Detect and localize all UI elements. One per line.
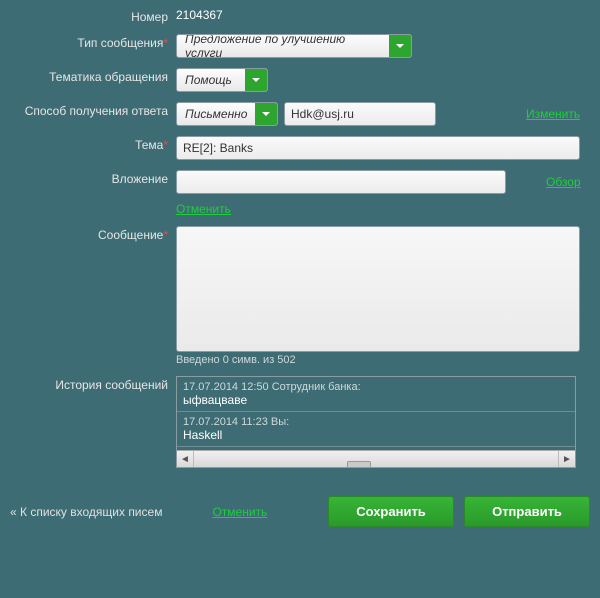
topic-select[interactable]: Помощь	[176, 68, 268, 92]
save-button[interactable]: Сохранить	[328, 496, 454, 527]
label-reply-method: Способ получения ответа	[4, 102, 176, 118]
history-scrollbar[interactable]: ◄ ►	[177, 450, 575, 467]
cancel-button-link[interactable]: Отменить	[212, 505, 267, 519]
label-attachment: Вложение	[4, 170, 176, 186]
value-number: 2104367	[176, 8, 223, 22]
reply-method-select[interactable]: Письменно	[176, 102, 278, 126]
row-history: История сообщений 17.07.2014 12:50 Сотру…	[4, 376, 596, 468]
message-textarea[interactable]	[176, 226, 580, 352]
message-type-select[interactable]: Предложение по улучшению услуги	[176, 34, 412, 58]
label-number: Номер	[4, 8, 176, 24]
scroll-right-icon[interactable]: ►	[558, 451, 575, 467]
back-to-inbox-link[interactable]: « К списку входящих писем	[10, 505, 162, 519]
history-item: 17.07.2014 11:23 Вы: Haskell	[177, 412, 575, 447]
message-form: Номер 2104367 Тип сообщения* Предложение…	[0, 0, 600, 535]
label-subject: Тема*	[4, 136, 176, 152]
row-attachment: Вложение Обзор Отменить	[4, 170, 596, 216]
row-reply-method: Способ получения ответа Письменно Измени…	[4, 102, 596, 126]
subject-field[interactable]	[176, 136, 580, 160]
row-message: Сообщение* Введено 0 симв. из 502	[4, 226, 596, 366]
cancel-attachment-link[interactable]: Отменить	[176, 202, 231, 216]
history-panel: 17.07.2014 12:50 Сотрудник банка: ыфвацв…	[176, 376, 576, 468]
label-message: Сообщение*	[4, 226, 176, 242]
attachment-field[interactable]	[176, 170, 506, 194]
history-item-body: ыфвацваве	[183, 393, 569, 407]
label-history: История сообщений	[4, 376, 176, 392]
topic-selected: Помощь	[177, 73, 245, 87]
row-message-type: Тип сообщения* Предложение по улучшению …	[4, 34, 596, 58]
change-link[interactable]: Изменить	[526, 107, 580, 121]
label-message-type: Тип сообщения*	[4, 34, 176, 50]
scroll-left-icon[interactable]: ◄	[177, 451, 194, 467]
history-item-body: Haskell	[183, 428, 569, 442]
scroll-thumb[interactable]	[347, 461, 371, 468]
chevron-down-icon	[389, 35, 411, 57]
char-counter: Введено 0 симв. из 502	[176, 354, 296, 366]
message-type-selected: Предложение по улучшению услуги	[177, 34, 389, 58]
row-topic: Тематика обращения Помощь	[4, 68, 596, 92]
browse-link[interactable]: Обзор	[546, 175, 581, 189]
footer: « К списку входящих писем Отменить Сохра…	[4, 478, 596, 527]
history-item-header: 17.07.2014 12:50 Сотрудник банка:	[183, 381, 569, 393]
label-topic: Тематика обращения	[4, 68, 176, 84]
row-subject: Тема*	[4, 136, 596, 160]
row-number: Номер 2104367	[4, 8, 596, 24]
reply-method-selected: Письменно	[177, 107, 255, 121]
email-field[interactable]	[284, 102, 436, 126]
history-item-header: 17.07.2014 11:23 Вы:	[183, 416, 569, 428]
chevron-down-icon	[245, 69, 267, 91]
send-button[interactable]: Отправить	[464, 496, 590, 527]
history-item: 17.07.2014 12:50 Сотрудник банка: ыфвацв…	[177, 377, 575, 412]
chevron-down-icon	[255, 103, 277, 125]
